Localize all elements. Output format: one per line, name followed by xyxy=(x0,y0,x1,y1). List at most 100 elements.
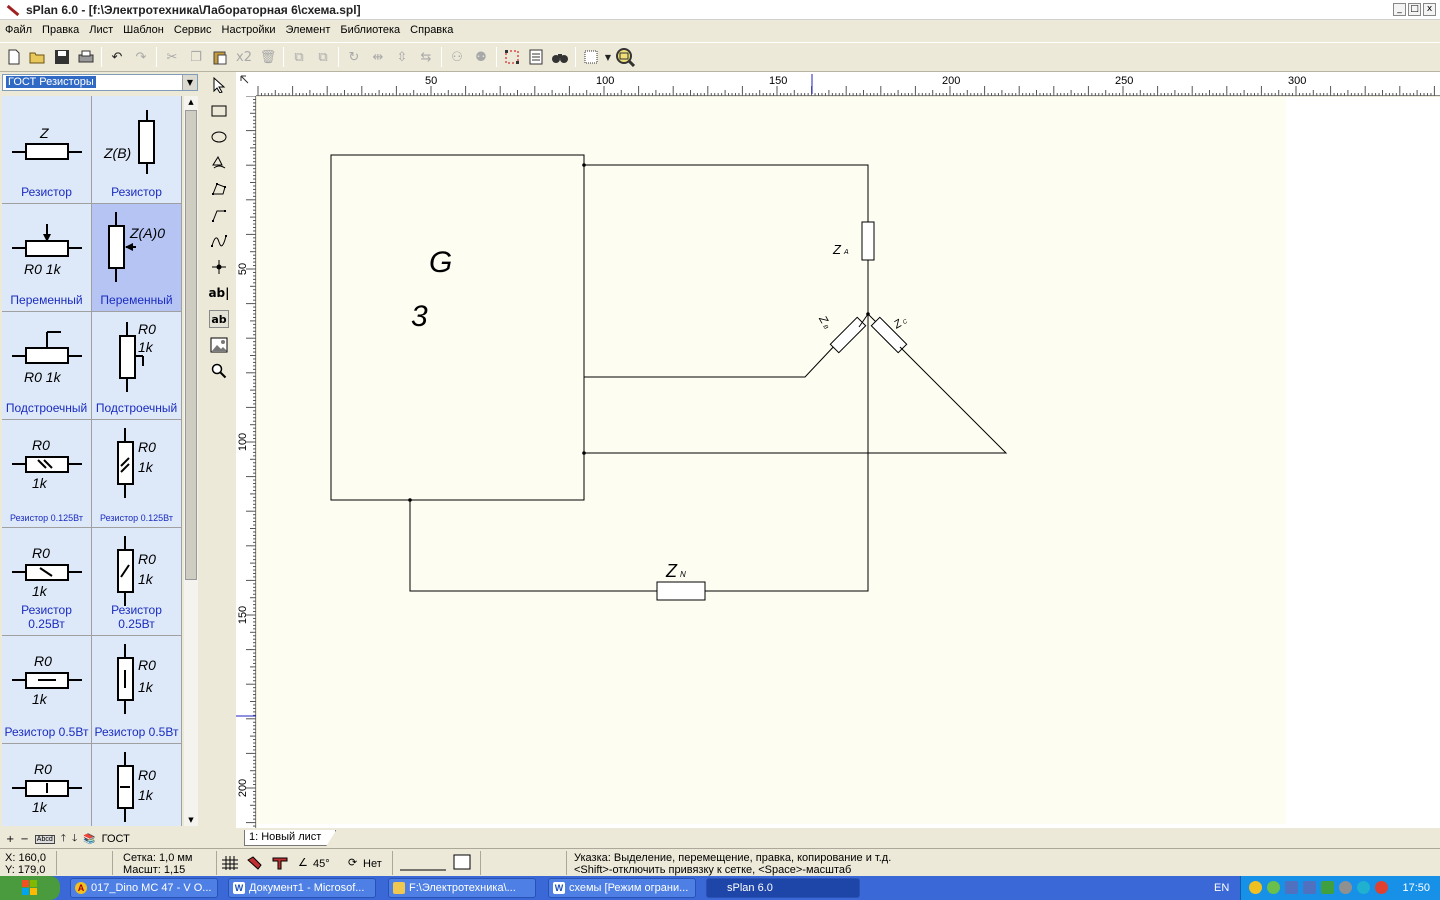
mirror-h-icon[interactable]: ⇹ xyxy=(366,45,390,69)
task-word-doc1[interactable]: W Документ1 - Microsof... xyxy=(228,878,376,898)
wire-phase-c[interactable] xyxy=(584,346,1008,454)
add-icon[interactable]: + xyxy=(6,834,14,845)
check-tray-icon[interactable] xyxy=(1321,881,1334,894)
junction-tool-icon[interactable] xyxy=(206,254,232,280)
save-icon[interactable] xyxy=(50,45,74,69)
update-tray-icon[interactable] xyxy=(1357,881,1370,894)
resistor-zc[interactable] xyxy=(870,316,908,354)
scroll-up-icon[interactable]: ▲ xyxy=(184,96,198,108)
start-button[interactable] xyxy=(0,876,60,900)
copy-icon[interactable]: ❐ xyxy=(184,45,208,69)
speaker-tray-icon[interactable] xyxy=(1339,881,1352,894)
minimize-button[interactable]: _ xyxy=(1393,3,1406,16)
angle-icon[interactable]: ∠ xyxy=(298,857,308,869)
ungroup-icon[interactable]: ⚉ xyxy=(469,45,493,69)
menu-library[interactable]: Библиотека xyxy=(335,20,405,40)
group-icon[interactable]: ⚇ xyxy=(445,45,469,69)
lib-resistor-1-vertical[interactable]: R0 1k xyxy=(92,744,182,826)
maximize-button[interactable]: □ xyxy=(1408,3,1421,16)
lib-resistor-1-horizontal[interactable]: R0 1k xyxy=(2,744,92,826)
delete-icon[interactable]: 🗑 xyxy=(256,45,280,69)
line-style-icon[interactable] xyxy=(400,862,446,874)
rename-button[interactable]: Abcd xyxy=(34,834,55,844)
chevron-down-icon[interactable]: ▼ xyxy=(603,45,613,69)
open-folder-icon[interactable] xyxy=(26,45,50,69)
lib-resistor-0125-vertical[interactable]: R0 1k Резистор 0.125Вт xyxy=(92,420,182,528)
menu-file[interactable]: Файл xyxy=(0,20,37,40)
task-dino[interactable]: А 017_Dino MC 47 - V O... xyxy=(70,878,218,898)
menu-service[interactable]: Сервис xyxy=(169,20,217,40)
lib-resistor-025-vertical[interactable]: R0 1k Резистор 0.25Вт xyxy=(92,528,182,636)
undo-icon[interactable]: ↶ xyxy=(105,45,129,69)
lib-resistor-vertical[interactable]: Z(B) Резистор xyxy=(92,96,182,204)
lib-variable-vertical[interactable]: Z(A)0 Переменный xyxy=(92,204,182,312)
close-button[interactable]: x xyxy=(1423,3,1436,16)
library-scrollbar[interactable]: ▲ ▼ xyxy=(184,96,198,826)
menu-sheet[interactable]: Лист xyxy=(84,20,118,40)
task-splan[interactable]: sPlan 6.0 xyxy=(706,878,860,898)
snap-magnet-icon[interactable] xyxy=(246,856,262,873)
menu-edit[interactable]: Правка xyxy=(37,20,84,40)
mirror-v-icon[interactable]: ⇳ xyxy=(390,45,414,69)
remove-icon[interactable]: − xyxy=(20,834,28,845)
menu-element[interactable]: Элемент xyxy=(280,20,335,40)
rubberband-icon[interactable] xyxy=(272,856,288,873)
tab-sheet-1[interactable]: 1: Новый лист xyxy=(244,830,336,846)
resistor-zb[interactable] xyxy=(829,316,867,354)
paste-icon[interactable] xyxy=(208,45,232,69)
binoculars-icon[interactable] xyxy=(548,45,572,69)
move-up-icon[interactable]: 🡑 xyxy=(61,831,66,848)
line-tool-icon[interactable] xyxy=(206,202,232,228)
bring-front-icon[interactable]: ⧉ xyxy=(287,45,311,69)
status-angle[interactable]: 45° xyxy=(313,858,330,870)
scroll-thumb[interactable] xyxy=(185,110,197,580)
menu-settings[interactable]: Настройки xyxy=(217,20,281,40)
rectangle-tool-icon[interactable] xyxy=(206,98,232,124)
parts-list-icon[interactable] xyxy=(524,45,548,69)
text-tool-button[interactable]: ab| xyxy=(206,280,232,306)
netlist-icon[interactable] xyxy=(500,45,524,69)
pointer-icon[interactable] xyxy=(206,72,232,98)
wire-neutral-left[interactable] xyxy=(409,500,657,592)
lib-resistor-05-vertical[interactable]: R0 1k Резистор 0.5Вт xyxy=(92,636,182,744)
image-tool-icon[interactable] xyxy=(206,332,232,358)
lib-resistor-horizontal[interactable]: Z Резистор xyxy=(2,96,92,204)
send-back-icon[interactable]: ⧉ xyxy=(311,45,335,69)
cut-icon[interactable]: ✂ xyxy=(160,45,184,69)
menu-help[interactable]: Справка xyxy=(405,20,458,40)
drawing-sheet[interactable]: G 3 ZA ZB ZC ZN xyxy=(257,97,1286,824)
resistor-zn[interactable] xyxy=(656,581,706,601)
snap-rotate-icon[interactable]: ⟳ xyxy=(348,857,357,869)
bezier-tool-icon[interactable] xyxy=(206,228,232,254)
power-tray-icon[interactable] xyxy=(1375,881,1388,894)
lib-variable-horizontal[interactable]: R0 1k Переменный xyxy=(2,204,92,312)
monitor-tray-icon[interactable] xyxy=(1285,881,1298,894)
scroll-down-icon[interactable]: ▼ xyxy=(184,814,198,826)
print-icon[interactable] xyxy=(74,45,98,69)
new-file-icon[interactable] xyxy=(2,45,26,69)
align-icon[interactable]: ⇆ xyxy=(414,45,438,69)
schematic[interactable]: G 3 ZA ZB ZC ZN xyxy=(257,97,1286,824)
zoom-fit-icon[interactable] xyxy=(613,45,637,69)
status-snap[interactable]: Нет xyxy=(363,858,382,870)
redo-icon[interactable]: ↷ xyxy=(129,45,153,69)
lib-trimmer-vertical[interactable]: R0 1k Подстроечный xyxy=(92,312,182,420)
task-word-schemes[interactable]: W схемы [Режим ограни... xyxy=(548,878,696,898)
menu-template[interactable]: Шаблон xyxy=(118,20,169,40)
task-explorer[interactable]: F:\Электротехника\... xyxy=(388,878,536,898)
library-select[interactable]: ГОСТ Резисторы ▼ xyxy=(2,74,198,91)
drawing-canvas[interactable]: G 3 ZA ZB ZC ZN xyxy=(257,97,1440,828)
resistor-za[interactable] xyxy=(861,221,875,261)
lib-resistor-025-horizontal[interactable]: R0 1k Резистор 0.25Вт xyxy=(2,528,92,636)
ruler-corner[interactable] xyxy=(236,72,256,96)
avast-tray-icon[interactable] xyxy=(1249,881,1262,894)
polygon-tool-icon[interactable] xyxy=(206,150,232,176)
lib-trimmer-horizontal[interactable]: R0 1k Подстроечный xyxy=(2,312,92,420)
duplicate-button[interactable]: x2 xyxy=(232,45,256,69)
wire-phase-a[interactable] xyxy=(584,164,869,222)
lib-resistor-05-horizontal[interactable]: R0 1k Резистор 0.5Вт xyxy=(2,636,92,744)
lib-resistor-0125-horizontal[interactable]: R0 1k Резистор 0.125Вт xyxy=(2,420,92,528)
rotate-icon[interactable]: ↻ xyxy=(342,45,366,69)
grid-dropdown-icon[interactable] xyxy=(579,45,603,69)
generator-block[interactable] xyxy=(330,154,585,501)
